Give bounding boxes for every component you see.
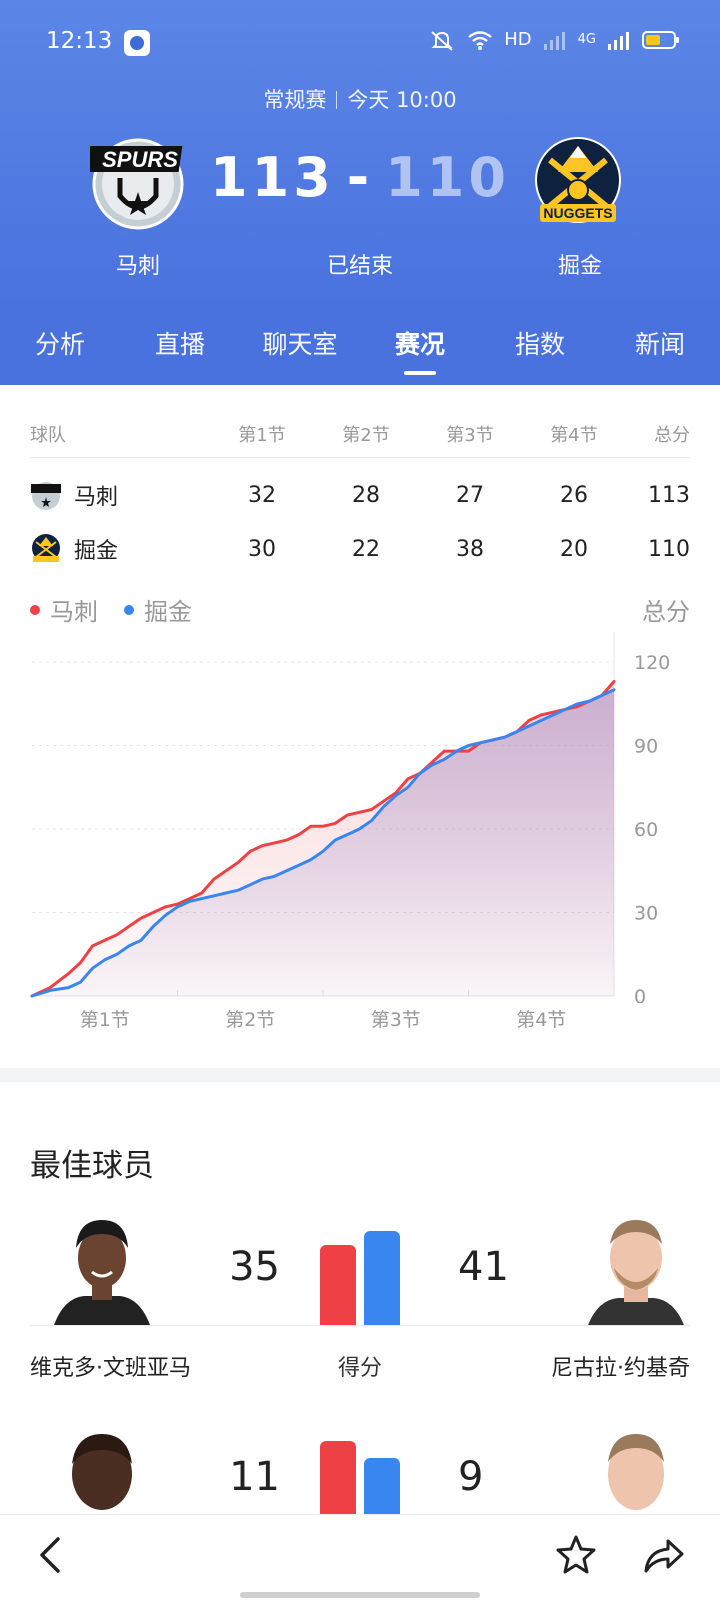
signal-icon-1 [543, 32, 565, 50]
star-icon[interactable] [554, 1533, 598, 1577]
wifi-icon [468, 31, 492, 50]
row-q4: 26 [560, 482, 588, 508]
row-team-name: 马刺 [74, 485, 119, 510]
player-avatar[interactable] [588, 1210, 684, 1325]
legend-away-dot [124, 604, 134, 615]
header-q2: 第2节 [342, 424, 390, 446]
away-score: 110 [385, 146, 510, 209]
away-team-name[interactable]: 掘金 [510, 248, 650, 280]
home-indicator[interactable] [240, 1592, 480, 1598]
header-q3: 第3节 [446, 424, 494, 446]
chart-x-tick-label: 第4节 [516, 1009, 566, 1031]
table-row: 马刺 32 28 27 26 113 [30, 468, 690, 522]
row-total: 110 [648, 536, 690, 562]
chart-y-tick-label: 90 [634, 736, 658, 758]
hd-indicator: HD [504, 29, 532, 50]
chart-legend: 马刺 掘金 [30, 592, 218, 627]
battery-icon [642, 31, 679, 49]
row-q3: 38 [456, 536, 484, 562]
best-players-title: 最佳球员 [30, 1148, 154, 1184]
game-header: 12:13 HD 4G 常规赛 今天 10:00 SPURS NUGGETS 1… [0, 0, 720, 310]
row-total: 113 [648, 482, 690, 508]
game-type: 常规赛 [263, 88, 327, 112]
chart-y-tick-label: 0 [634, 986, 646, 1008]
away-stat-value: 41 [458, 1244, 509, 1290]
scoreboard: 113-110 [0, 146, 720, 209]
meta-separator [336, 91, 338, 109]
row-baseline [30, 1325, 690, 1326]
chart-y-tick-label: 120 [634, 652, 670, 674]
header-q1: 第1节 [238, 424, 286, 446]
status-icons: HD 4G [428, 28, 679, 52]
status-bar: 12:13 HD 4G [0, 22, 720, 66]
spurs-mini-logo [31, 482, 61, 510]
legend-home-dot [30, 604, 40, 615]
game-meta: 常规赛 今天 10:00 [0, 84, 720, 114]
tab-chatroom[interactable]: 聊天室 [240, 310, 360, 385]
row-team-name: 掘金 [74, 539, 119, 564]
away-stat-bar [364, 1231, 400, 1325]
home-score: 113 [210, 146, 335, 209]
game-time: 今天 10:00 [347, 88, 457, 112]
header-total: 总分 [654, 424, 690, 446]
share-icon[interactable] [642, 1533, 686, 1577]
nuggets-mini-logo [32, 534, 60, 562]
score-dash: - [346, 146, 374, 209]
score-progress-chart: 0 30 60 90 120 第1节 第2节 第3节 第4节 [30, 632, 670, 1031]
legend-home-label: 马刺 [50, 598, 98, 626]
header-team: 球队 [30, 424, 66, 446]
legend-home: 马刺 [30, 592, 98, 627]
row-q4: 20 [560, 536, 588, 562]
tab-bar: 分析 直播 聊天室 赛况 指数 新闻 [0, 310, 720, 385]
tab-live[interactable]: 直播 [120, 310, 240, 385]
status-time: 12:13 [46, 28, 113, 54]
away-stat-value: 9 [458, 1454, 484, 1500]
home-stat-value: 35 [229, 1244, 280, 1290]
row-team-cell: 马刺 [30, 479, 210, 511]
tab-news[interactable]: 新闻 [600, 310, 720, 385]
chart-total-label: 总分 [642, 598, 690, 626]
row-q1: 30 [248, 536, 276, 562]
player-avatar[interactable] [54, 1210, 150, 1325]
4g-indicator: 4G [577, 32, 596, 47]
table-row: 掘金 30 22 38 20 110 [30, 522, 690, 576]
quarter-score-table: 球队 第1节 第2节 第3节 第4节 总分 马刺 32 28 27 26 113 [30, 410, 690, 576]
mute-bell-icon [431, 31, 453, 51]
section-divider [0, 1068, 720, 1082]
row-q2: 22 [352, 536, 380, 562]
chart-y-tick-label: 30 [634, 903, 658, 925]
header-q4: 第4节 [550, 424, 598, 446]
bottom-navigation [0, 1514, 720, 1600]
chart-x-tick-label: 第3节 [371, 1009, 421, 1031]
chart-y-tick-label: 60 [634, 819, 658, 841]
signal-icon-2 [608, 32, 629, 50]
row-q1: 32 [248, 482, 276, 508]
tab-odds[interactable]: 指数 [480, 310, 600, 385]
row-q2: 28 [352, 482, 380, 508]
row-q3: 27 [456, 482, 484, 508]
legend-away: 掘金 [124, 592, 192, 627]
app-notification-icon [124, 30, 150, 56]
tab-game-status[interactable]: 赛况 [360, 310, 480, 385]
home-stat-bar [320, 1245, 356, 1325]
row-team-cell: 掘金 [30, 533, 210, 565]
chart-x-tick-label: 第1节 [80, 1009, 130, 1031]
table-header-row: 球队 第1节 第2节 第3节 第4节 总分 [30, 410, 690, 458]
home-stat-value: 11 [229, 1454, 280, 1500]
tab-analysis[interactable]: 分析 [0, 310, 120, 385]
legend-away-label: 掘金 [144, 598, 192, 626]
chevron-left-icon[interactable] [30, 1533, 74, 1577]
chart-x-tick-label: 第2节 [225, 1009, 275, 1031]
away-player-name[interactable]: 尼古拉·约基奇 [551, 1350, 690, 1382]
